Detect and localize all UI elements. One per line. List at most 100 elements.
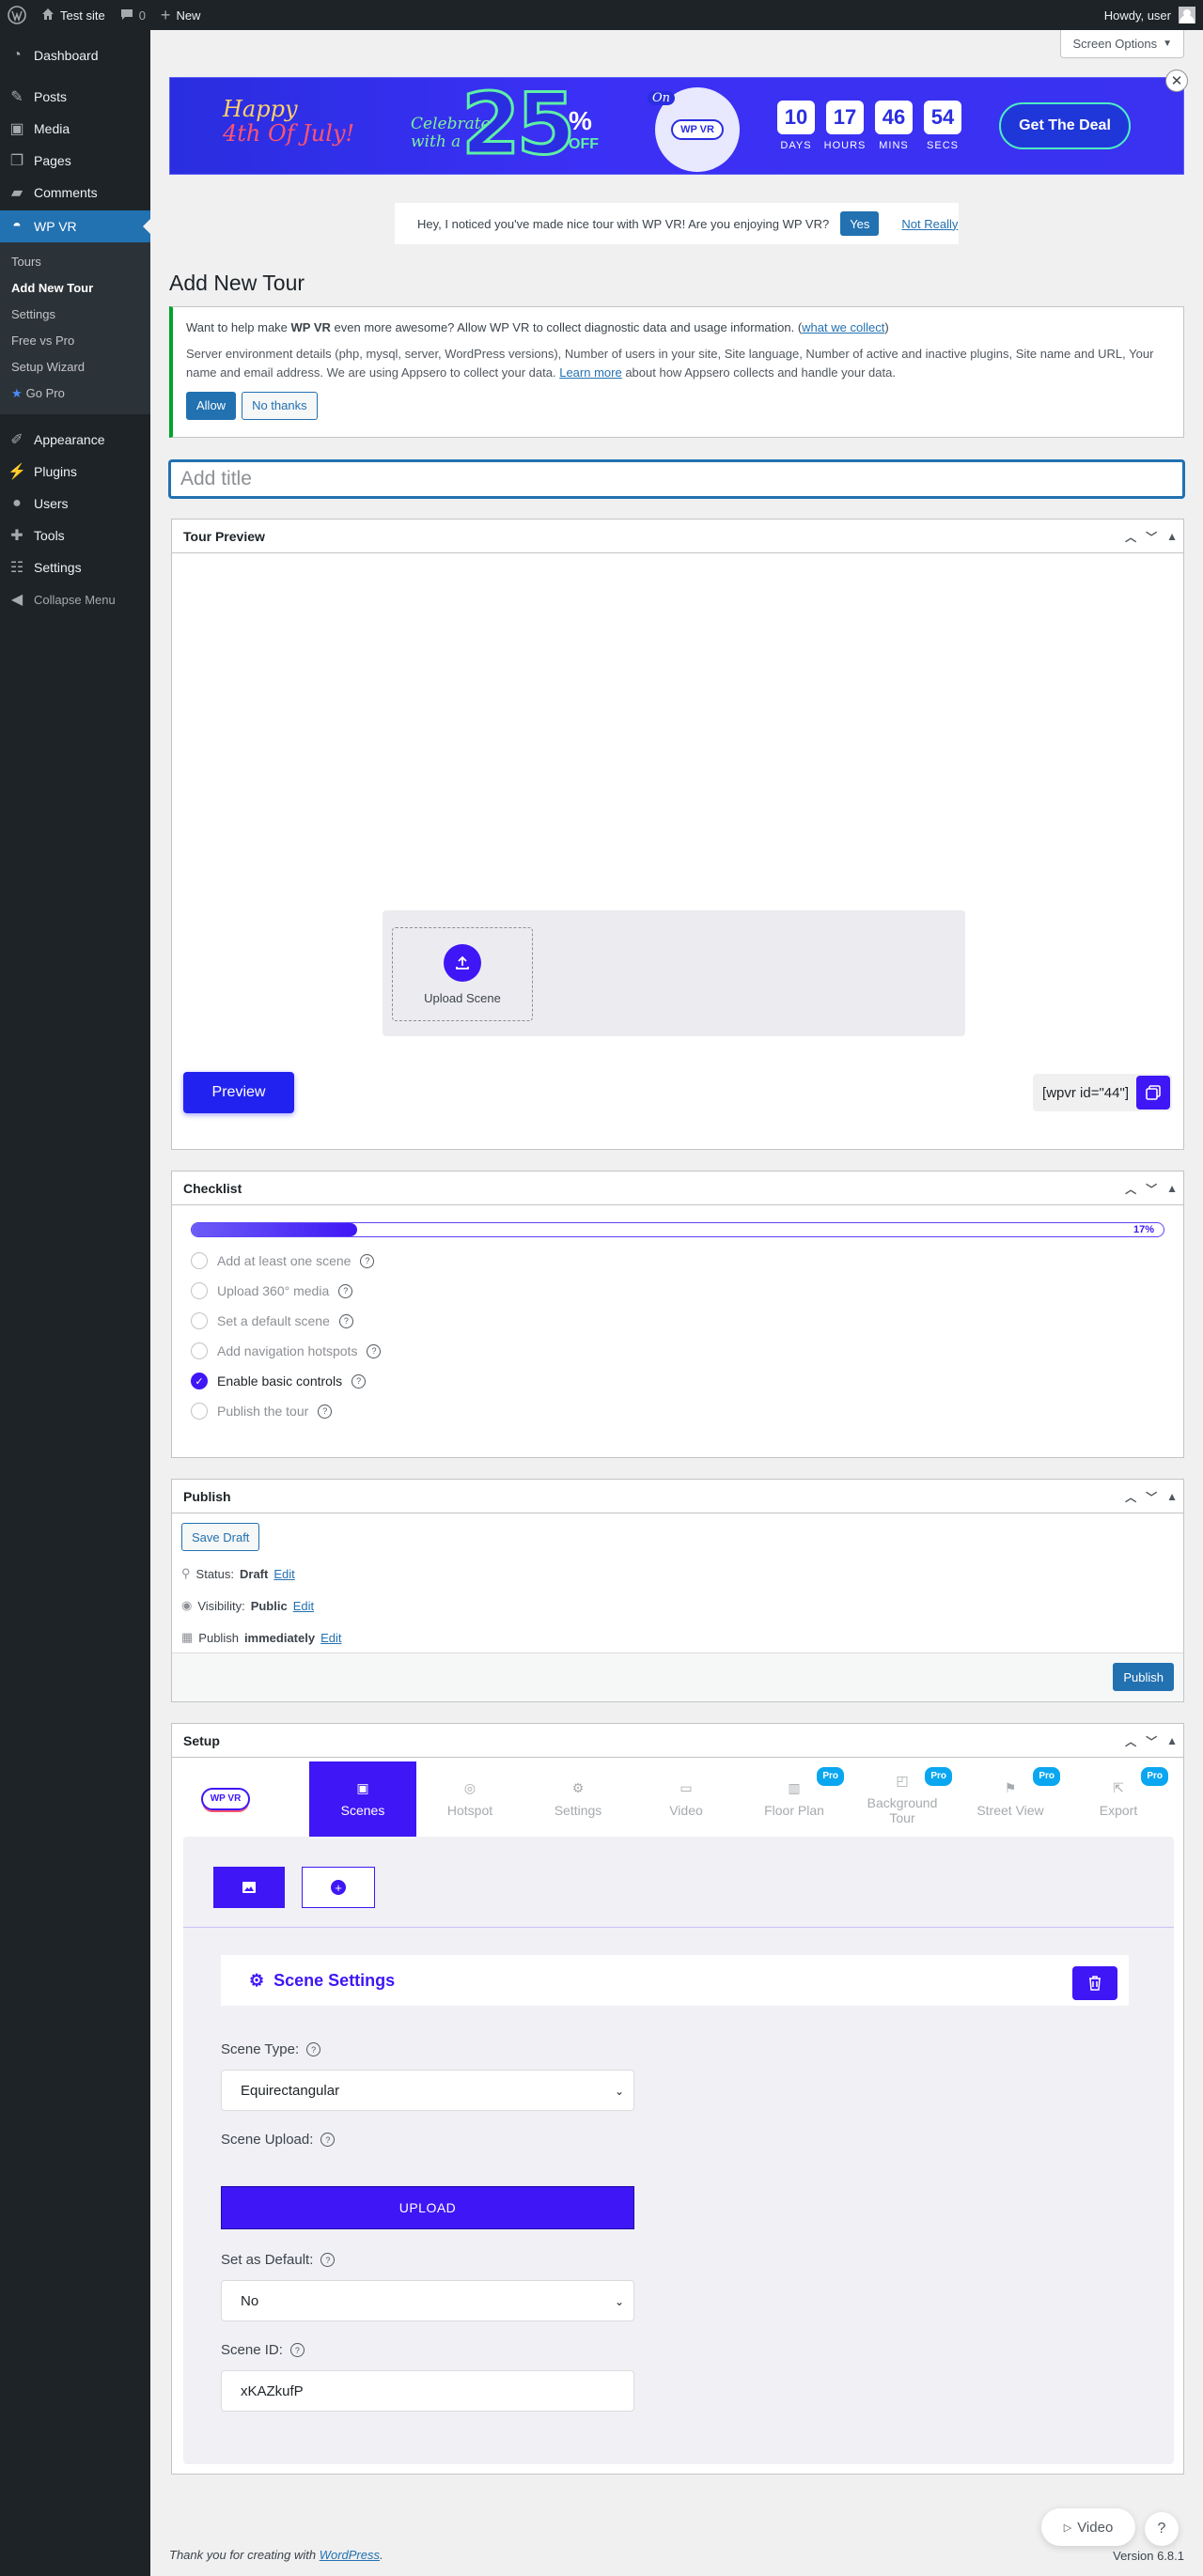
avatar (1179, 7, 1195, 23)
publish-button[interactable]: Publish (1113, 1663, 1174, 1691)
submenu-setup-wizard[interactable]: Setup Wizard (0, 354, 150, 380)
upload-scene-button[interactable]: Upload Scene (392, 927, 533, 1021)
help-button[interactable]: ? (1145, 2512, 1179, 2546)
tab-scenes[interactable]: ▣ Scenes (309, 1761, 416, 1837)
menu-users[interactable]: ● Users (0, 488, 150, 520)
scene-1-tab[interactable] (213, 1867, 285, 1908)
submenu-tours[interactable]: Tours (0, 249, 150, 275)
help-icon[interactable]: ? (338, 1313, 353, 1328)
menu-comments[interactable]: ▰ Comments (0, 177, 150, 209)
not-really-link[interactable]: Not Really (901, 217, 958, 231)
set-default-select[interactable]: No ⌄ (221, 2280, 634, 2321)
menu-settings[interactable]: ☷ Settings (0, 551, 150, 583)
checkbox[interactable] (191, 1342, 208, 1359)
move-up-icon[interactable]: ︿ (1125, 529, 1136, 545)
checklist-item[interactable]: Set a default scene? (191, 1312, 353, 1329)
site-name-link[interactable]: Test site (34, 0, 113, 30)
checklist-item[interactable]: Add navigation hotspots? (191, 1342, 382, 1359)
checklist-item[interactable]: ✓ Enable basic controls? (191, 1373, 367, 1389)
menu-posts[interactable]: ✎ Posts (0, 81, 150, 113)
help-icon[interactable]: ? (320, 2253, 336, 2267)
new-content-link[interactable]: + New (153, 0, 209, 30)
checklist-item[interactable]: Upload 360° media? (191, 1282, 353, 1299)
edit-status-link[interactable]: Edit (273, 1567, 294, 1581)
tab-video[interactable]: ▭ Video (633, 1761, 740, 1837)
learn-more-link[interactable]: Learn more (559, 365, 621, 380)
add-scene-button[interactable]: + (302, 1867, 375, 1908)
tab-street-view[interactable]: ⚑ Street View Pro (957, 1761, 1064, 1837)
menu-appearance[interactable]: ✐ Appearance (0, 424, 150, 456)
toggle-icon[interactable]: ▲ (1166, 1182, 1178, 1195)
video-help-button[interactable]: ▷ Video (1041, 2508, 1135, 2546)
allow-button[interactable]: Allow (186, 392, 237, 420)
tab-background-tour[interactable]: ◰ Background Tour Pro (849, 1761, 956, 1837)
title-input[interactable]: Add title (169, 460, 1184, 498)
tab-export[interactable]: ⇱ Export Pro (1065, 1761, 1172, 1837)
wordpress-logo-icon[interactable] (0, 0, 34, 30)
submenu-go-pro[interactable]: ★ Go Pro (0, 380, 150, 407)
checklist-item[interactable]: Publish the tour? (191, 1403, 333, 1420)
help-icon[interactable]: ? (367, 1343, 382, 1358)
help-icon[interactable]: ? (320, 2133, 336, 2147)
submenu-free-vs-pro[interactable]: Free vs Pro (0, 328, 150, 354)
submenu-add-new-tour[interactable]: Add New Tour (0, 275, 150, 302)
move-down-icon[interactable]: ﹀ (1146, 529, 1157, 545)
move-down-icon[interactable]: ﹀ (1146, 1181, 1157, 1197)
move-up-icon[interactable]: ︿ (1125, 1181, 1136, 1197)
menu-wp-vr[interactable]: ◓ WP VR (0, 210, 150, 242)
notice-details: Server environment details (php, mysql, … (186, 345, 1170, 382)
toggle-icon[interactable]: ▲ (1166, 530, 1178, 543)
delete-scene-icon[interactable] (1072, 1966, 1117, 2000)
checkbox[interactable] (191, 1403, 208, 1420)
publish-label: Publish (198, 1630, 239, 1645)
notice-text: Want to help make (186, 320, 291, 334)
edit-publish-time-link[interactable]: Edit (320, 1631, 341, 1645)
tab-floor-plan[interactable]: ▥ Floor Plan Pro (741, 1761, 848, 1837)
menu-tools[interactable]: ✚ Tools (0, 520, 150, 551)
help-icon[interactable]: ? (306, 2042, 321, 2056)
howdy-label: Howdy, user (1103, 8, 1171, 23)
comments-link[interactable]: 0 (113, 0, 153, 30)
my-account[interactable]: Howdy, user (1104, 0, 1195, 30)
help-icon[interactable]: ? (360, 1253, 375, 1268)
help-icon[interactable]: ? (352, 1373, 367, 1389)
move-up-icon[interactable]: ︿ (1125, 1489, 1136, 1505)
collapse-menu-button[interactable]: ◀ Collapse Menu (0, 583, 150, 615)
menu-plugins[interactable]: ⚡ Plugins (0, 456, 150, 488)
checkbox[interactable] (191, 1282, 208, 1299)
help-icon[interactable]: ? (338, 1283, 353, 1298)
checklist-item[interactable]: Add at least one scene? (191, 1252, 375, 1269)
preview-button[interactable]: Preview (183, 1072, 294, 1113)
tab-hotspot[interactable]: ◎ Hotspot (416, 1761, 523, 1837)
toggle-icon[interactable]: ▲ (1166, 1490, 1178, 1503)
save-draft-button[interactable]: Save Draft (181, 1523, 260, 1551)
help-icon[interactable]: ? (318, 1404, 333, 1419)
checklist-label: Enable basic controls (217, 1373, 343, 1389)
copy-icon[interactable] (1136, 1076, 1170, 1110)
checkbox-checked[interactable]: ✓ (191, 1373, 208, 1389)
move-down-icon[interactable]: ﹀ (1146, 1733, 1157, 1749)
wordpress-link[interactable]: WordPress (320, 2548, 380, 2562)
edit-visibility-link[interactable]: Edit (293, 1599, 314, 1613)
promo-banner[interactable]: Happy 4th Of July! Celebrate with a 25 % O… (169, 77, 1184, 175)
checkbox[interactable] (191, 1312, 208, 1329)
menu-media[interactable]: ▣ Media (0, 113, 150, 145)
move-down-icon[interactable]: ﹀ (1146, 1489, 1157, 1505)
what-we-collect-link[interactable]: what we collect (802, 320, 884, 334)
help-icon[interactable]: ? (289, 2343, 305, 2357)
checkbox[interactable] (191, 1252, 208, 1269)
menu-dashboard[interactable]: ◔ Dashboard (0, 39, 150, 71)
screen-options-button[interactable]: Screen Options ▼ (1060, 30, 1184, 58)
get-the-deal-button[interactable]: Get The Deal (999, 102, 1131, 149)
scene-id-input[interactable]: xKAZkufP (221, 2370, 634, 2412)
yes-button[interactable]: Yes (840, 211, 880, 236)
submenu-settings[interactable]: Settings (0, 302, 150, 328)
move-up-icon[interactable]: ︿ (1125, 1733, 1136, 1749)
scene-type-select[interactable]: Equirectangular ⌄ (221, 2070, 634, 2111)
tab-settings[interactable]: ⚙ Settings (524, 1761, 632, 1837)
close-icon[interactable]: ✕ (1165, 70, 1188, 92)
upload-button[interactable]: UPLOAD (221, 2186, 634, 2229)
menu-pages[interactable]: ❐ Pages (0, 145, 150, 177)
no-thanks-button[interactable]: No thanks (242, 392, 318, 420)
toggle-icon[interactable]: ▲ (1166, 1734, 1178, 1747)
